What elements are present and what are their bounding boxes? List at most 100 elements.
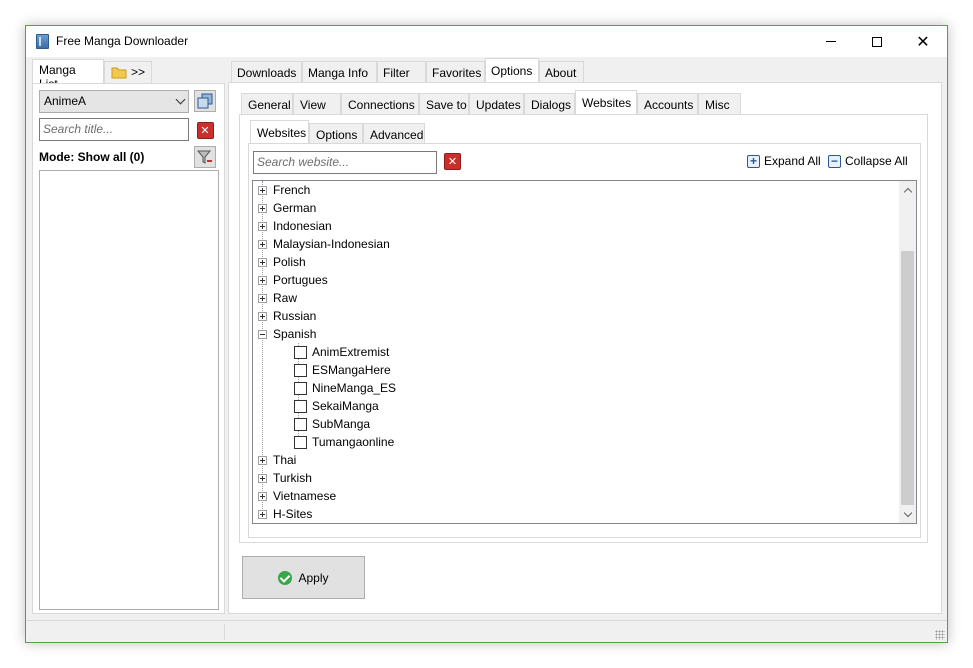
expand-icon[interactable] (258, 185, 267, 195)
apply-button[interactable]: Apply (242, 556, 365, 599)
minimize-icon (826, 41, 836, 42)
expand-icon[interactable] (258, 491, 267, 501)
scroll-down-button[interactable] (899, 506, 916, 523)
tab-accounts[interactable]: Accounts (637, 93, 698, 115)
source-select[interactable]: AnimeA (39, 90, 189, 113)
tab-manga-list[interactable]: Manga List (32, 59, 104, 91)
expand-icon[interactable] (258, 275, 267, 285)
clear-website-search-button[interactable]: ✕ (444, 153, 461, 170)
tree-node-turkish[interactable]: Turkish (253, 469, 312, 487)
tree-node-german[interactable]: German (253, 199, 316, 217)
tree-node-label: Malaysian-Indonesian (273, 237, 390, 251)
tree-node-indonesian[interactable]: Indonesian (253, 217, 332, 235)
expand-icon[interactable] (258, 293, 267, 303)
tab-general[interactable]: General (241, 93, 293, 115)
scroll-thumb[interactable] (901, 251, 914, 505)
manga-list[interactable] (39, 170, 219, 610)
chevron-up-icon (903, 187, 912, 196)
tree-node-portugues[interactable]: Portugues (253, 271, 328, 289)
tab-downloads[interactable]: Downloads (231, 61, 302, 83)
websites-options-panel: Websites Options Advanced Search website… (239, 114, 928, 543)
expand-icon[interactable] (258, 257, 267, 267)
filter-button[interactable] (194, 146, 216, 168)
tab-save-to[interactable]: Save to (419, 93, 469, 115)
site-checkbox[interactable] (294, 435, 307, 449)
expand-icon[interactable] (258, 509, 267, 519)
expand-all-button[interactable]: + Expand All (747, 154, 821, 168)
expand-icon[interactable] (258, 221, 267, 231)
site-checkbox[interactable] (294, 345, 307, 359)
tree-node-label: German (273, 201, 317, 215)
site-checkbox[interactable] (294, 399, 307, 413)
collapse-all-button[interactable]: − Collapse All (828, 154, 908, 168)
tree-leaf-ninemanga-es[interactable]: NineManga_ES (253, 379, 396, 397)
title-bar: Free Manga Downloader ✕ (26, 26, 947, 57)
minimize-button[interactable] (808, 26, 854, 57)
expand-icon[interactable] (258, 455, 267, 465)
tree-leaf-sekaimanga[interactable]: SekaiManga (253, 397, 379, 415)
tree-node-h-sites[interactable]: H-Sites (253, 505, 312, 523)
source-select-value: AnimeA (44, 94, 87, 108)
tree-node-vietnamese[interactable]: Vietnamese (253, 487, 336, 505)
close-window-button[interactable]: ✕ (900, 26, 946, 57)
manga-list-panel: AnimeA Search title... ✕ Mode: Show all … (32, 83, 225, 614)
tab-more[interactable]: >> (104, 61, 152, 83)
tree-node-french[interactable]: French (253, 181, 310, 199)
site-checkbox[interactable] (294, 381, 307, 395)
tab-label: >> (130, 65, 145, 79)
websites-tree[interactable]: French German Indonesian Malaysian-Indon… (252, 180, 917, 524)
clear-title-search-button[interactable]: ✕ (194, 119, 216, 141)
collapse-icon[interactable] (258, 329, 267, 339)
site-checkbox[interactable] (294, 363, 307, 377)
tab-websites-list[interactable]: Websites (250, 120, 309, 145)
site-checkbox[interactable] (294, 417, 307, 431)
tree-leaf-label: Tumangaonline (312, 435, 395, 449)
tree-node-polish[interactable]: Polish (253, 253, 306, 271)
search-title-input[interactable]: Search title... (39, 118, 189, 141)
tab-label: View (300, 98, 326, 112)
tab-view[interactable]: View (293, 93, 341, 115)
tab-about[interactable]: About (539, 61, 584, 83)
source-manager-button[interactable] (194, 90, 216, 112)
tree-node-spanish[interactable]: Spanish (253, 325, 316, 343)
tree-node-label: Turkish (273, 471, 312, 485)
clear-icon: ✕ (196, 121, 214, 139)
search-website-input[interactable]: Search website... (253, 151, 437, 174)
tree-node-russian[interactable]: Russian (253, 307, 316, 325)
maximize-button[interactable] (854, 26, 900, 57)
tab-options[interactable]: Options (485, 58, 539, 83)
expand-icon[interactable] (258, 311, 267, 321)
tree-node-raw[interactable]: Raw (253, 289, 297, 307)
tab-websites[interactable]: Websites (575, 90, 637, 115)
tree-leaf-label: ESMangaHere (312, 363, 391, 377)
tree-leaf-animextremist[interactable]: AnimExtremist (253, 343, 389, 361)
tree-leaf-tumangaonline[interactable]: Tumangaonline (253, 433, 394, 451)
apply-label: Apply (298, 570, 329, 585)
tab-label: Dialogs (531, 98, 572, 112)
tab-websites-options[interactable]: Options (309, 123, 363, 145)
tree-node-thai[interactable]: Thai (253, 451, 296, 469)
scroll-up-button[interactable] (899, 181, 916, 198)
tree-scrollbar[interactable] (899, 181, 916, 523)
tree-leaf-submanga[interactable]: SubManga (253, 415, 370, 433)
tab-label: Websites (582, 96, 632, 110)
app-window: Free Manga Downloader ✕ Manga List >> An… (25, 25, 948, 643)
tree-leaf-esmangahere[interactable]: ESMangaHere (253, 361, 391, 379)
check-icon (278, 570, 293, 585)
tab-updates[interactable]: Updates (469, 93, 524, 115)
tab-advanced[interactable]: Advanced (363, 123, 425, 145)
tab-dialogs[interactable]: Dialogs (524, 93, 575, 115)
tree-node-label: Thai (273, 453, 297, 467)
tab-misc[interactable]: Misc (698, 93, 741, 115)
tab-label: Updates (476, 98, 521, 112)
tab-connections[interactable]: Connections (341, 93, 419, 115)
tree-node-malaysian-indonesian[interactable]: Malaysian-Indonesian (253, 235, 390, 253)
expand-icon[interactable] (258, 473, 267, 483)
tab-filter[interactable]: Filter (377, 61, 426, 83)
expand-icon[interactable] (258, 203, 267, 213)
tab-manga-info[interactable]: Manga Info (302, 61, 377, 83)
expand-all-label: Expand All (764, 154, 821, 168)
resize-grip-icon[interactable] (935, 630, 945, 640)
expand-icon[interactable] (258, 239, 267, 249)
tab-favorites[interactable]: Favorites (426, 61, 485, 83)
